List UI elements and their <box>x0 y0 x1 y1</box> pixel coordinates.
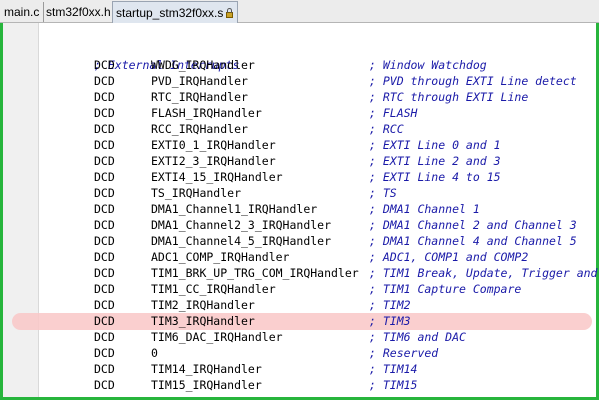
code-line[interactable]: DCD WWDG_IRQHandler ; Window Watchdog <box>0 57 599 73</box>
directive-keyword: DCD <box>94 266 115 280</box>
directive-keyword: DCD <box>94 90 115 104</box>
directive-keyword: DCD <box>94 170 115 184</box>
directive-keyword: DCD <box>94 298 115 312</box>
code-line[interactable]: DCD TIM6_DAC_IRQHandler ; TIM6 and DAC <box>0 329 599 345</box>
directive-keyword: DCD <box>94 74 115 88</box>
directive-keyword: DCD <box>94 154 115 168</box>
code-line[interactable]: DCD RTC_IRQHandler ; RTC through EXTI Line <box>0 89 599 105</box>
code-line[interactable]: DCD TIM14_IRQHandler ; TIM14 <box>0 361 599 377</box>
comment: ; TIM1 Capture Compare <box>369 282 522 296</box>
comment: ; TIM2 <box>369 298 411 312</box>
handler-name: WWDG_IRQHandler <box>151 58 255 72</box>
comment: ; TIM6 and DAC <box>369 330 466 344</box>
code-line[interactable]: DCD EXTI0_1_IRQHandler ; EXTI Line 0 and 1 <box>0 137 599 153</box>
comment: ; TIM15 <box>369 378 418 392</box>
code-line[interactable]: DCD ADC1_COMP_IRQHandler ; ADC1, COMP1 and… <box>0 249 599 265</box>
comment: ; DMA1 Channel 4 and Channel 5 <box>369 234 577 248</box>
comment: ; PVD through EXTI Line detect <box>369 74 577 88</box>
directive-keyword: DCD <box>94 282 115 296</box>
handler-name: DMA1_Channel2_3_IRQHandler <box>151 218 332 232</box>
comment: ; FLASH <box>369 106 418 120</box>
directive-keyword: DCD <box>94 122 115 136</box>
handler-name: TIM2_IRQHandler <box>151 298 255 312</box>
code-line[interactable]: DCD TIM3_IRQHandler ; TIM3 <box>0 313 599 329</box>
directive-keyword: DCD <box>94 106 115 120</box>
comment: ; ADC1, COMP1 and COMP2 <box>369 250 529 264</box>
handler-name: TIM3_IRQHandler <box>151 314 255 328</box>
comment: ; RTC through EXTI Line <box>369 90 529 104</box>
code-editor[interactable]: ; External Interrupts DCD WWDG_IRQHandler… <box>0 0 599 400</box>
directive-keyword: DCD <box>94 186 115 200</box>
comment: ; EXTI Line 0 and 1 <box>369 138 501 152</box>
handler-name: EXTI2_3_IRQHandler <box>151 154 276 168</box>
code-line[interactable]: DCD RCC_IRQHandler ; RCC <box>0 121 599 137</box>
code-line[interactable]: DCD DMA1_Channel1_IRQHandler ; DMA1 Channe… <box>0 201 599 217</box>
code-line[interactable]: DCD TS_IRQHandler ; TS <box>0 185 599 201</box>
handler-name: TIM1_CC_IRQHandler <box>151 282 276 296</box>
code-line[interactable]: DCD 0 ; Reserved <box>0 345 599 361</box>
handler-name: DMA1_Channel4_5_IRQHandler <box>151 234 332 248</box>
handler-name: TIM14_IRQHandler <box>151 362 262 376</box>
code-line[interactable]: DCD EXTI4_15_IRQHandler ; EXTI Line 4 to 1… <box>0 169 599 185</box>
code-line[interactable]: DCD FLASH_IRQHandler ; FLASH <box>0 105 599 121</box>
directive-keyword: DCD <box>94 218 115 232</box>
comment: ; EXTI Line 4 to 15 <box>369 170 501 184</box>
directive-keyword: DCD <box>94 58 115 72</box>
code-line[interactable]: DCD DMA1_Channel4_5_IRQHandler ; DMA1 Chan… <box>0 233 599 249</box>
handler-name: TIM6_DAC_IRQHandler <box>151 330 283 344</box>
handler-name: EXTI0_1_IRQHandler <box>151 138 276 152</box>
directive-keyword: DCD <box>94 234 115 248</box>
handler-name: PVD_IRQHandler <box>151 74 248 88</box>
comment: ; Reserved <box>369 346 439 360</box>
handler-name: ADC1_COMP_IRQHandler <box>151 250 290 264</box>
code-line-header[interactable]: ; External Interrupts <box>0 41 599 72</box>
code-line[interactable]: DCD TIM1_BRK_UP_TRG_COM_IRQHandler ; TIM1 … <box>0 265 599 281</box>
handler-name: TIM1_BRK_UP_TRG_COM_IRQHandler <box>151 266 359 280</box>
directive-keyword: DCD <box>94 202 115 216</box>
handler-name: TS_IRQHandler <box>151 186 242 200</box>
directive-keyword: DCD <box>94 346 115 360</box>
directive-keyword: DCD <box>94 362 115 376</box>
comment: ; DMA1 Channel 1 <box>369 202 480 216</box>
directive-keyword: DCD <box>94 330 115 344</box>
comment: ; TS <box>369 186 397 200</box>
code-line[interactable]: DCD TIM2_IRQHandler ; TIM2 <box>0 297 599 313</box>
code-line[interactable]: DCD PVD_IRQHandler ; PVD through EXTI Line… <box>0 73 599 89</box>
handler-name: EXTI4_15_IRQHandler <box>151 170 283 184</box>
comment: ; Window Watchdog <box>369 58 487 72</box>
comment: ; RCC <box>369 122 404 136</box>
code-line[interactable]: DCD TIM1_CC_IRQHandler ; TIM1 Capture Comp… <box>0 281 599 297</box>
directive-keyword: DCD <box>94 378 115 392</box>
comment: ; TIM1 Break, Update, Trigger and <box>369 266 598 280</box>
handler-name: FLASH_IRQHandler <box>151 106 262 120</box>
directive-keyword: DCD <box>94 314 115 328</box>
handler-name: RTC_IRQHandler <box>151 90 248 104</box>
directive-keyword: DCD <box>94 250 115 264</box>
comment: ; EXTI Line 2 and 3 <box>369 154 501 168</box>
handler-name: DMA1_Channel1_IRQHandler <box>151 202 318 216</box>
comment: ; TIM14 <box>369 362 418 376</box>
code-line[interactable]: DCD EXTI2_3_IRQHandler ; EXTI Line 2 and 3 <box>0 153 599 169</box>
code-line[interactable]: DCD TIM15_IRQHandler ; TIM15 <box>0 377 599 393</box>
directive-keyword: DCD <box>94 138 115 152</box>
comment: ; DMA1 Channel 2 and Channel 3 <box>369 218 577 232</box>
handler-name: RCC_IRQHandler <box>151 122 248 136</box>
code-line[interactable]: DCD DMA1_Channel2_3_IRQHandler ; DMA1 Chan… <box>0 217 599 233</box>
comment: ; TIM3 <box>369 314 411 328</box>
handler-name: TIM15_IRQHandler <box>151 378 262 392</box>
handler-name: 0 <box>151 346 158 360</box>
